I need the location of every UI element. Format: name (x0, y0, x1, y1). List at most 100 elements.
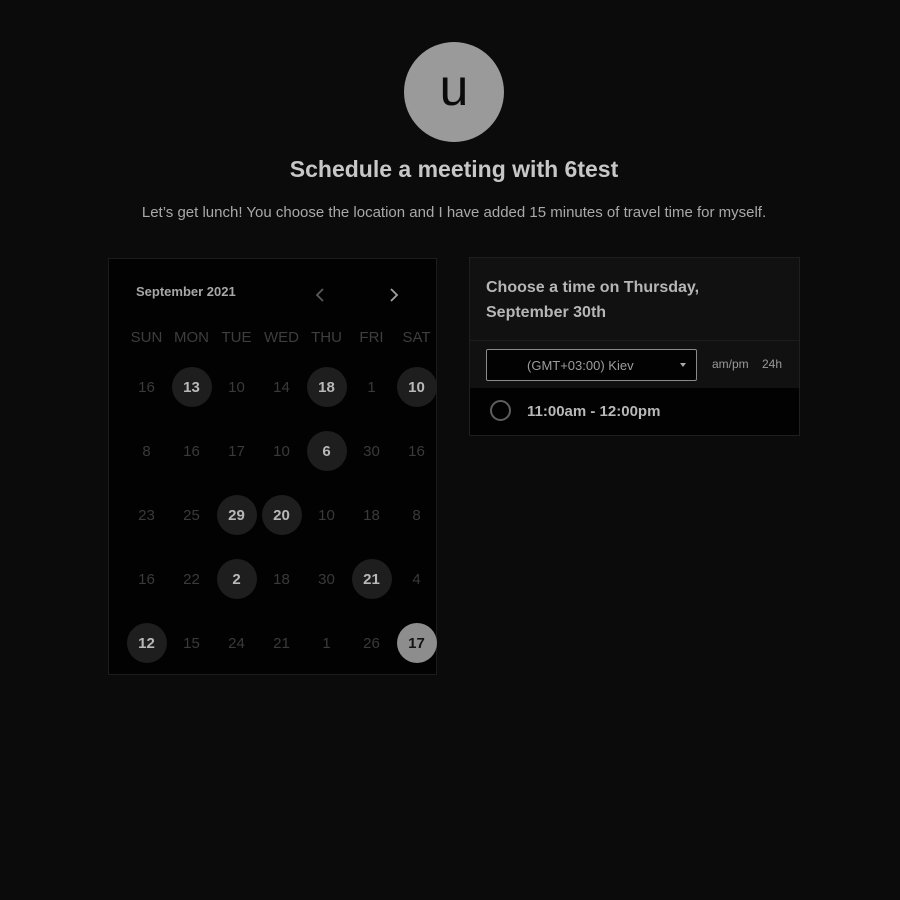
calendar-day: 1 (304, 622, 349, 664)
calendar-day: 26 (349, 622, 394, 664)
page-description: Let’s get lunch! You choose the location… (141, 204, 767, 221)
calendar-day: 1 (349, 366, 394, 408)
calendar-day-label: 29 (216, 495, 257, 535)
time-slot[interactable]: 11:00am - 12:00pm (470, 388, 799, 435)
weekday-label: MON (174, 329, 209, 346)
radio-circle-icon[interactable] (490, 400, 511, 421)
calendar-day: 18 (259, 558, 304, 600)
weekday-label: WED (264, 329, 299, 346)
calendar-day: 16 (124, 558, 169, 600)
previous-month-button[interactable] (308, 283, 332, 307)
calendar-day-label: 16 (138, 378, 155, 396)
calendar-day: 17 (214, 430, 259, 472)
calendar-day-label: 21 (273, 634, 290, 652)
calendar-day-label: 26 (363, 634, 380, 652)
calendar-day: 10 (214, 366, 259, 408)
chevron-left-icon (315, 288, 324, 302)
time-slot-label: 11:00am - 12:00pm (527, 403, 661, 420)
calendar-day-label: 10 (396, 367, 437, 407)
calendar-day-available[interactable]: 12 (124, 622, 169, 664)
calendar-day-label: 8 (412, 506, 421, 524)
weekday-label: SUN (130, 329, 163, 346)
weekday-label: FRI (359, 329, 384, 346)
caret-down-icon (680, 363, 686, 367)
avatar-letter: u (439, 59, 469, 117)
calendar-day-label: 1 (367, 378, 376, 396)
scheduling-page: u Schedule a meeting with 6test Let’s ge… (0, 0, 900, 900)
format-ampm-toggle[interactable]: am/pm (712, 357, 749, 371)
calendar-day-available[interactable]: 2 (214, 558, 259, 600)
calendar-month-label: September 2021 (136, 284, 236, 299)
weekday-label: THU (311, 329, 342, 346)
calendar-day-label: 4 (412, 570, 421, 588)
calendar-day: 8 (394, 494, 439, 536)
calendar-day-label: 16 (138, 570, 155, 588)
calendar-day: 10 (304, 494, 349, 536)
avatar: u (404, 42, 504, 142)
time-selection-panel: Choose a time on Thursday, September 30t… (469, 257, 800, 436)
calendar-day: 4 (394, 558, 439, 600)
calendar-day-label: 8 (142, 442, 151, 460)
calendar-day: 15 (169, 622, 214, 664)
page-title: Schedule a meeting with 6test (289, 156, 619, 182)
calendar-day-selected[interactable]: 17 (394, 622, 439, 664)
calendar-day: 22 (169, 558, 214, 600)
calendar-day: 18 (349, 494, 394, 536)
calendar-day-label: 14 (273, 378, 290, 396)
calendar-day-grid: 16 13 10 14 18 1 10 8 16 17 10 6 30 16 23 25 29 20 10 18 8 16… (124, 366, 439, 686)
weekday-label: SAT (402, 329, 431, 346)
calendar-day-available[interactable]: 6 (304, 430, 349, 472)
calendar-day-label: 18 (306, 367, 347, 407)
calendar-day: 23 (124, 494, 169, 536)
calendar-day: 30 (304, 558, 349, 600)
calendar-day-label: 30 (318, 570, 335, 588)
calendar-day-available[interactable]: 29 (214, 494, 259, 536)
calendar: September 2021 SUN MON TUE WED THU FRI SAT 16 1… (108, 258, 437, 675)
calendar-day-label: 21 (351, 559, 392, 599)
calendar-day-label: 1 (322, 634, 331, 652)
calendar-day-label: 25 (183, 506, 200, 524)
chevron-right-icon (390, 288, 399, 302)
calendar-day-available[interactable]: 21 (349, 558, 394, 600)
calendar-day-label: 22 (183, 570, 200, 588)
calendar-day: 14 (259, 366, 304, 408)
calendar-day: 16 (124, 366, 169, 408)
calendar-day-label: 16 (408, 442, 425, 460)
calendar-day-label: 10 (228, 378, 245, 396)
calendar-day: 24 (214, 622, 259, 664)
calendar-day-label: 13 (171, 367, 212, 407)
calendar-day-label: 17 (396, 623, 437, 663)
format-24h-toggle[interactable]: 24h (762, 357, 782, 371)
calendar-day: 16 (394, 430, 439, 472)
calendar-day-label: 16 (183, 442, 200, 460)
calendar-day-label: 23 (138, 506, 155, 524)
calendar-day-label: 15 (183, 634, 200, 652)
weekday-label: TUE (221, 329, 252, 346)
calendar-day-label: 17 (228, 442, 245, 460)
calendar-day-available[interactable]: 13 (169, 366, 214, 408)
calendar-day: 30 (349, 430, 394, 472)
next-month-button[interactable] (382, 283, 406, 307)
calendar-day: 21 (259, 622, 304, 664)
calendar-day-label: 18 (363, 506, 380, 524)
calendar-day-label: 12 (126, 623, 167, 663)
timezone-value: (GMT+03:00) Kiev (527, 357, 634, 373)
calendar-day-available[interactable]: 10 (394, 366, 439, 408)
calendar-day-label: 10 (318, 506, 335, 524)
calendar-day-label: 18 (273, 570, 290, 588)
calendar-day: 16 (169, 430, 214, 472)
calendar-day: 10 (259, 430, 304, 472)
calendar-day: 8 (124, 430, 169, 472)
calendar-day-label: 30 (363, 442, 380, 460)
calendar-day-available[interactable]: 18 (304, 366, 349, 408)
calendar-day-label: 10 (273, 442, 290, 460)
calendar-day-label: 20 (261, 495, 302, 535)
timezone-select[interactable]: (GMT+03:00) Kiev (486, 349, 697, 381)
calendar-day-label: 24 (228, 634, 245, 652)
calendar-day: 25 (169, 494, 214, 536)
calendar-day-available[interactable]: 20 (259, 494, 304, 536)
time-panel-heading: Choose a time on Thursday, September 30t… (486, 279, 700, 321)
weekday-header: SUN MON TUE WED THU FRI SAT (124, 329, 439, 346)
divider (470, 340, 799, 341)
calendar-day-label: 6 (306, 431, 347, 471)
